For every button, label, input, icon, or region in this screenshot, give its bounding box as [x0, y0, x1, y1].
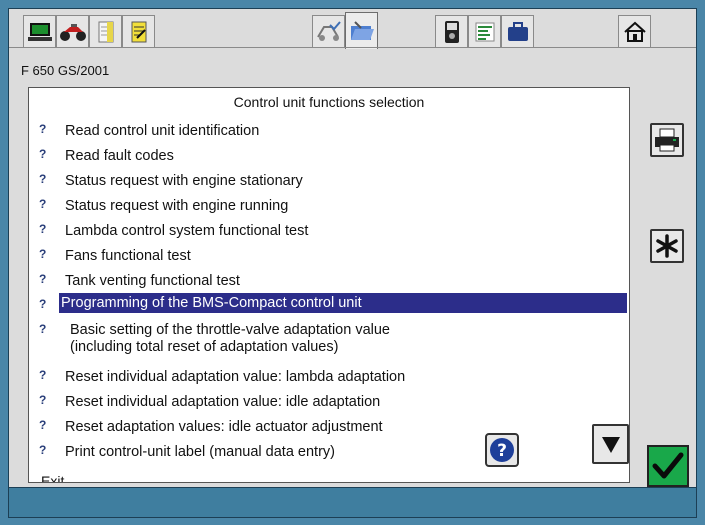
- list-title: Control unit functions selection: [233, 94, 425, 110]
- printer-icon: [655, 128, 679, 152]
- help-button[interactable]: ?: [485, 433, 519, 467]
- question-mark-icon: ?: [39, 418, 47, 432]
- list-icon: [475, 22, 494, 41]
- tab-motorcycle[interactable]: [56, 15, 89, 47]
- tab-edit-note[interactable]: [122, 15, 155, 47]
- checkmark-icon: [652, 452, 684, 479]
- tab-monitor[interactable]: [23, 15, 56, 47]
- question-mark-icon: ?: [39, 368, 47, 382]
- tab-divider: [9, 47, 696, 48]
- asterisk-button[interactable]: [650, 229, 684, 263]
- motorcycle-icon: [59, 23, 86, 41]
- asterisk-icon: [656, 234, 678, 258]
- print-button[interactable]: [650, 123, 684, 157]
- tab-open-folder[interactable]: [345, 12, 378, 49]
- tab-list[interactable]: [468, 15, 501, 47]
- vehicle-check-icon: [316, 20, 341, 41]
- help-icon: ?: [490, 438, 514, 462]
- briefcase-icon: [507, 21, 528, 41]
- tab-measuring-device[interactable]: [435, 15, 468, 47]
- home-icon: [623, 21, 646, 42]
- status-bar: [8, 488, 697, 518]
- question-mark-icon: ?: [39, 172, 47, 186]
- question-mark-icon: ?: [39, 222, 47, 236]
- question-mark-icon: ?: [39, 147, 47, 161]
- tab-briefcase[interactable]: [501, 15, 534, 47]
- question-mark-icon: ?: [39, 393, 47, 407]
- notepad-icon: [98, 21, 113, 42]
- question-mark-icon: ?: [39, 322, 47, 336]
- tab-home[interactable]: [618, 15, 651, 47]
- question-mark-icon: ?: [39, 297, 47, 311]
- question-mark-icon: ?: [39, 443, 47, 457]
- tab-vehicle-check[interactable]: [312, 15, 345, 47]
- down-arrow-icon: [601, 437, 620, 453]
- open-folder-icon: [350, 21, 374, 40]
- question-mark-icon: ?: [39, 122, 47, 136]
- question-mark-icon: ?: [39, 247, 47, 261]
- svg-text:?: ?: [497, 441, 507, 461]
- vehicle-label: F 650 GS/2001: [21, 63, 110, 78]
- list-item-exit[interactable]: Exit: [41, 473, 64, 482]
- scroll-down-button[interactable]: [592, 424, 629, 464]
- question-mark-icon: ?: [39, 272, 47, 286]
- main-window: F 650 GS/2001 Control unit functions sel…: [8, 8, 697, 488]
- question-mark-icon: ?: [39, 197, 47, 211]
- monitor-icon: [27, 22, 52, 41]
- ok-button[interactable]: [647, 445, 689, 487]
- tab-notepad[interactable]: [89, 15, 122, 47]
- tab-strip: [9, 9, 696, 55]
- function-list[interactable]: Control unit functions selection ? Read …: [28, 87, 630, 483]
- edit-note-icon: [131, 21, 146, 42]
- measuring-device-icon: [444, 20, 459, 43]
